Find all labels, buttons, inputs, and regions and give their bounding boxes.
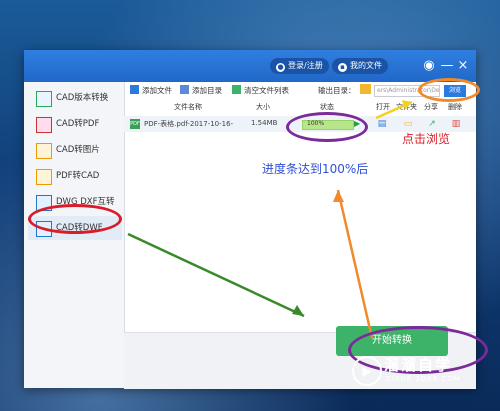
annotation-ring-browse <box>418 78 480 102</box>
annotation-progress-hint: 进度条达到100%后 <box>262 162 369 176</box>
watermark-title: 溜溜自学 <box>384 356 453 374</box>
play-logo-icon: ▶ <box>352 356 382 386</box>
green-arrow <box>127 232 305 318</box>
orange-arrow <box>336 189 374 339</box>
annotation-browse-hint: 点击浏览 <box>402 132 451 146</box>
watermark: ▶ 溜溜自学 ZIXUE.3D66.COM <box>352 352 492 392</box>
watermark-subtitle: ZIXUE.3D66.COM <box>386 375 461 383</box>
annotation-ring-dwf <box>28 204 122 234</box>
orange-arrow-head <box>333 190 344 202</box>
annotation-ring-progress <box>286 112 368 142</box>
